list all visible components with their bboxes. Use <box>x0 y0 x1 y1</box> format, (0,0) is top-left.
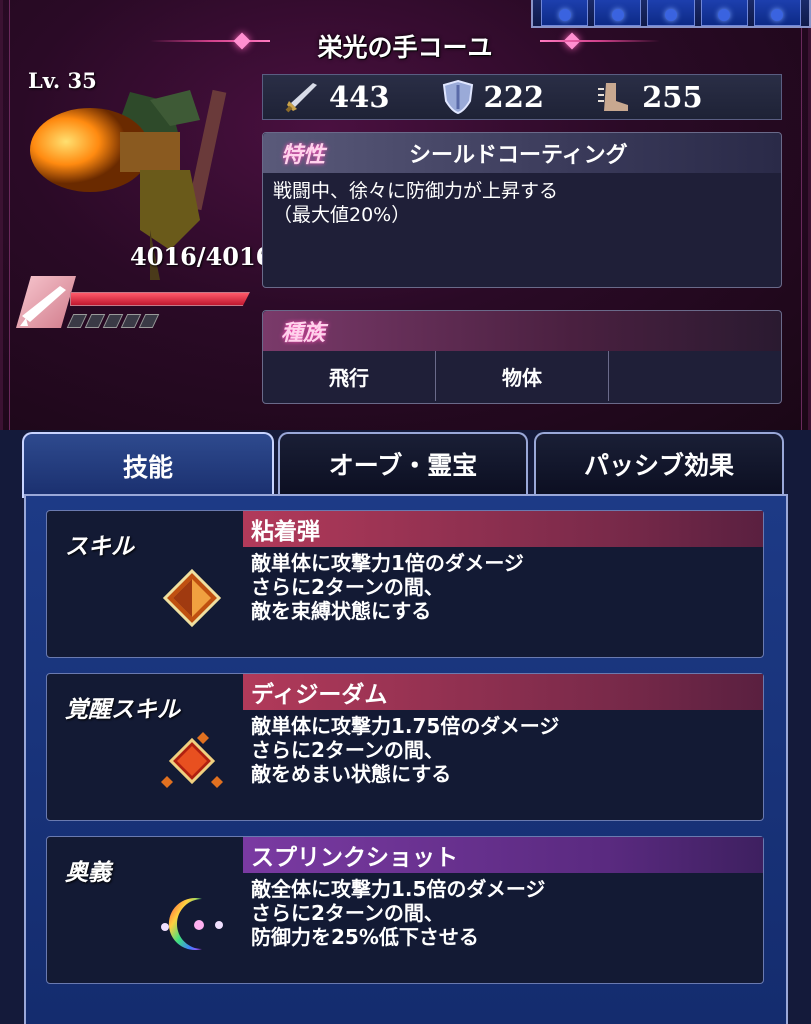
slot-icon <box>594 0 642 26</box>
race-header: 種族 <box>263 311 781 351</box>
skill-description: 敵単体に攻撃力1倍のダメージ さらに2ターンの間、 敵を束縛状態にする <box>251 551 524 623</box>
race-panel: 種族 飛行 物体 <box>262 310 782 404</box>
unit-name: 栄光の手コーユ <box>317 33 493 62</box>
gauge-segment <box>84 314 106 328</box>
orange-diamond-icon <box>162 568 222 628</box>
name-ornament-right <box>540 40 660 42</box>
attack-value: 443 <box>329 80 390 114</box>
gauge-segment <box>120 314 142 328</box>
tab-skills[interactable]: 技能 <box>22 432 274 498</box>
trait-tag: 特性 <box>281 143 326 168</box>
skill-name: スプリンクショット <box>243 837 763 873</box>
trait-desc-line: 戦闘中、徐々に防御力が上昇する <box>273 180 559 202</box>
slot-icon <box>700 0 748 26</box>
slot-icon <box>647 0 695 26</box>
gauge-segment <box>66 314 88 328</box>
defense-value: 222 <box>483 80 545 114</box>
skill-desc-line: 敵を束縛状態にする <box>251 599 432 623</box>
skill-name: ディジーダム <box>243 674 763 710</box>
trait-panel: 特性 シールドコーティング 戦闘中、徐々に防御力が上昇する （最大値20%） <box>262 132 782 288</box>
skill-card[interactable]: 奥義 スプリンクショット 敵全体に攻撃力1.5倍のダメージ さらに2ターンの間、… <box>46 836 764 984</box>
speed-value: 255 <box>642 80 703 114</box>
trait-name: シールドコーティング <box>409 143 628 168</box>
slot-icon <box>753 0 802 26</box>
skill-type: 覚醒スキル <box>65 697 180 723</box>
top-slot-bar <box>531 0 811 28</box>
race-cells: 飛行 物体 <box>263 351 781 401</box>
race-cell <box>609 351 781 401</box>
skill-desc-line: さらに2ターンの間、 <box>251 738 444 762</box>
skill-description: 敵単体に攻撃力1.75倍のダメージ さらに2ターンの間、 敵をめまい状態にする <box>251 714 559 786</box>
skill-desc-line: さらに2ターンの間、 <box>251 901 444 925</box>
skill-desc-line: 敵をめまい状態にする <box>251 762 452 786</box>
stat-defense: 222 <box>442 79 545 115</box>
skill-type: 奥義 <box>65 860 111 886</box>
boot-icon <box>598 83 629 111</box>
limit-gauge <box>66 314 160 328</box>
race-cell: 飛行 <box>263 351 436 401</box>
skill-type: スキル <box>65 534 134 560</box>
shield-icon <box>442 79 473 115</box>
hp-bar-fill <box>71 293 249 305</box>
rainbow-crescent-icon <box>161 898 223 950</box>
stat-attack: 443 <box>283 79 390 115</box>
skill-card[interactable]: スキル 粘着弾 敵単体に攻撃力1倍のダメージ さらに2ターンの間、 敵を束縛状態… <box>46 510 764 658</box>
skill-description: 敵全体に攻撃力1.5倍のダメージ さらに2ターンの間、 防御力を25%低下させる <box>251 877 545 949</box>
tab-passive[interactable]: パッシブ効果 <box>534 432 784 494</box>
race-tag: 種族 <box>281 321 326 346</box>
hp-bar <box>70 292 250 306</box>
unit-hp: 4016/4016 <box>130 242 273 271</box>
skill-desc-line: 敵単体に攻撃力1.75倍のダメージ <box>251 714 560 738</box>
skill-card[interactable]: 覚醒スキル ディジーダム 敵単体に攻撃力1.75倍のダメージ さらに2ターンの間… <box>46 673 764 821</box>
stat-speed: 255 <box>596 79 703 115</box>
trait-header: 特性 シールドコーティング <box>263 133 781 173</box>
skill-desc-line: 敵全体に攻撃力1.5倍のダメージ <box>251 877 546 901</box>
trait-desc-line: （最大値20%） <box>273 204 411 226</box>
sword-icon <box>285 83 317 113</box>
trait-description: 戦闘中、徐々に防御力が上昇する （最大値20%） <box>263 173 781 233</box>
red-diamond-cluster-icon <box>161 732 223 788</box>
slot-icon <box>541 0 589 26</box>
gauge-segment <box>102 314 124 328</box>
skill-name: 粘着弾 <box>243 511 763 547</box>
stats-row: 443 222 255 <box>262 74 782 120</box>
tab-orb-relic[interactable]: オーブ・霊宝 <box>278 432 528 494</box>
skill-desc-line: 敵単体に攻撃力1倍のダメージ <box>251 551 524 575</box>
skill-desc-line: 防御力を25%低下させる <box>251 925 479 949</box>
race-cell: 物体 <box>436 351 609 401</box>
skill-desc-line: さらに2ターンの間、 <box>251 575 444 599</box>
